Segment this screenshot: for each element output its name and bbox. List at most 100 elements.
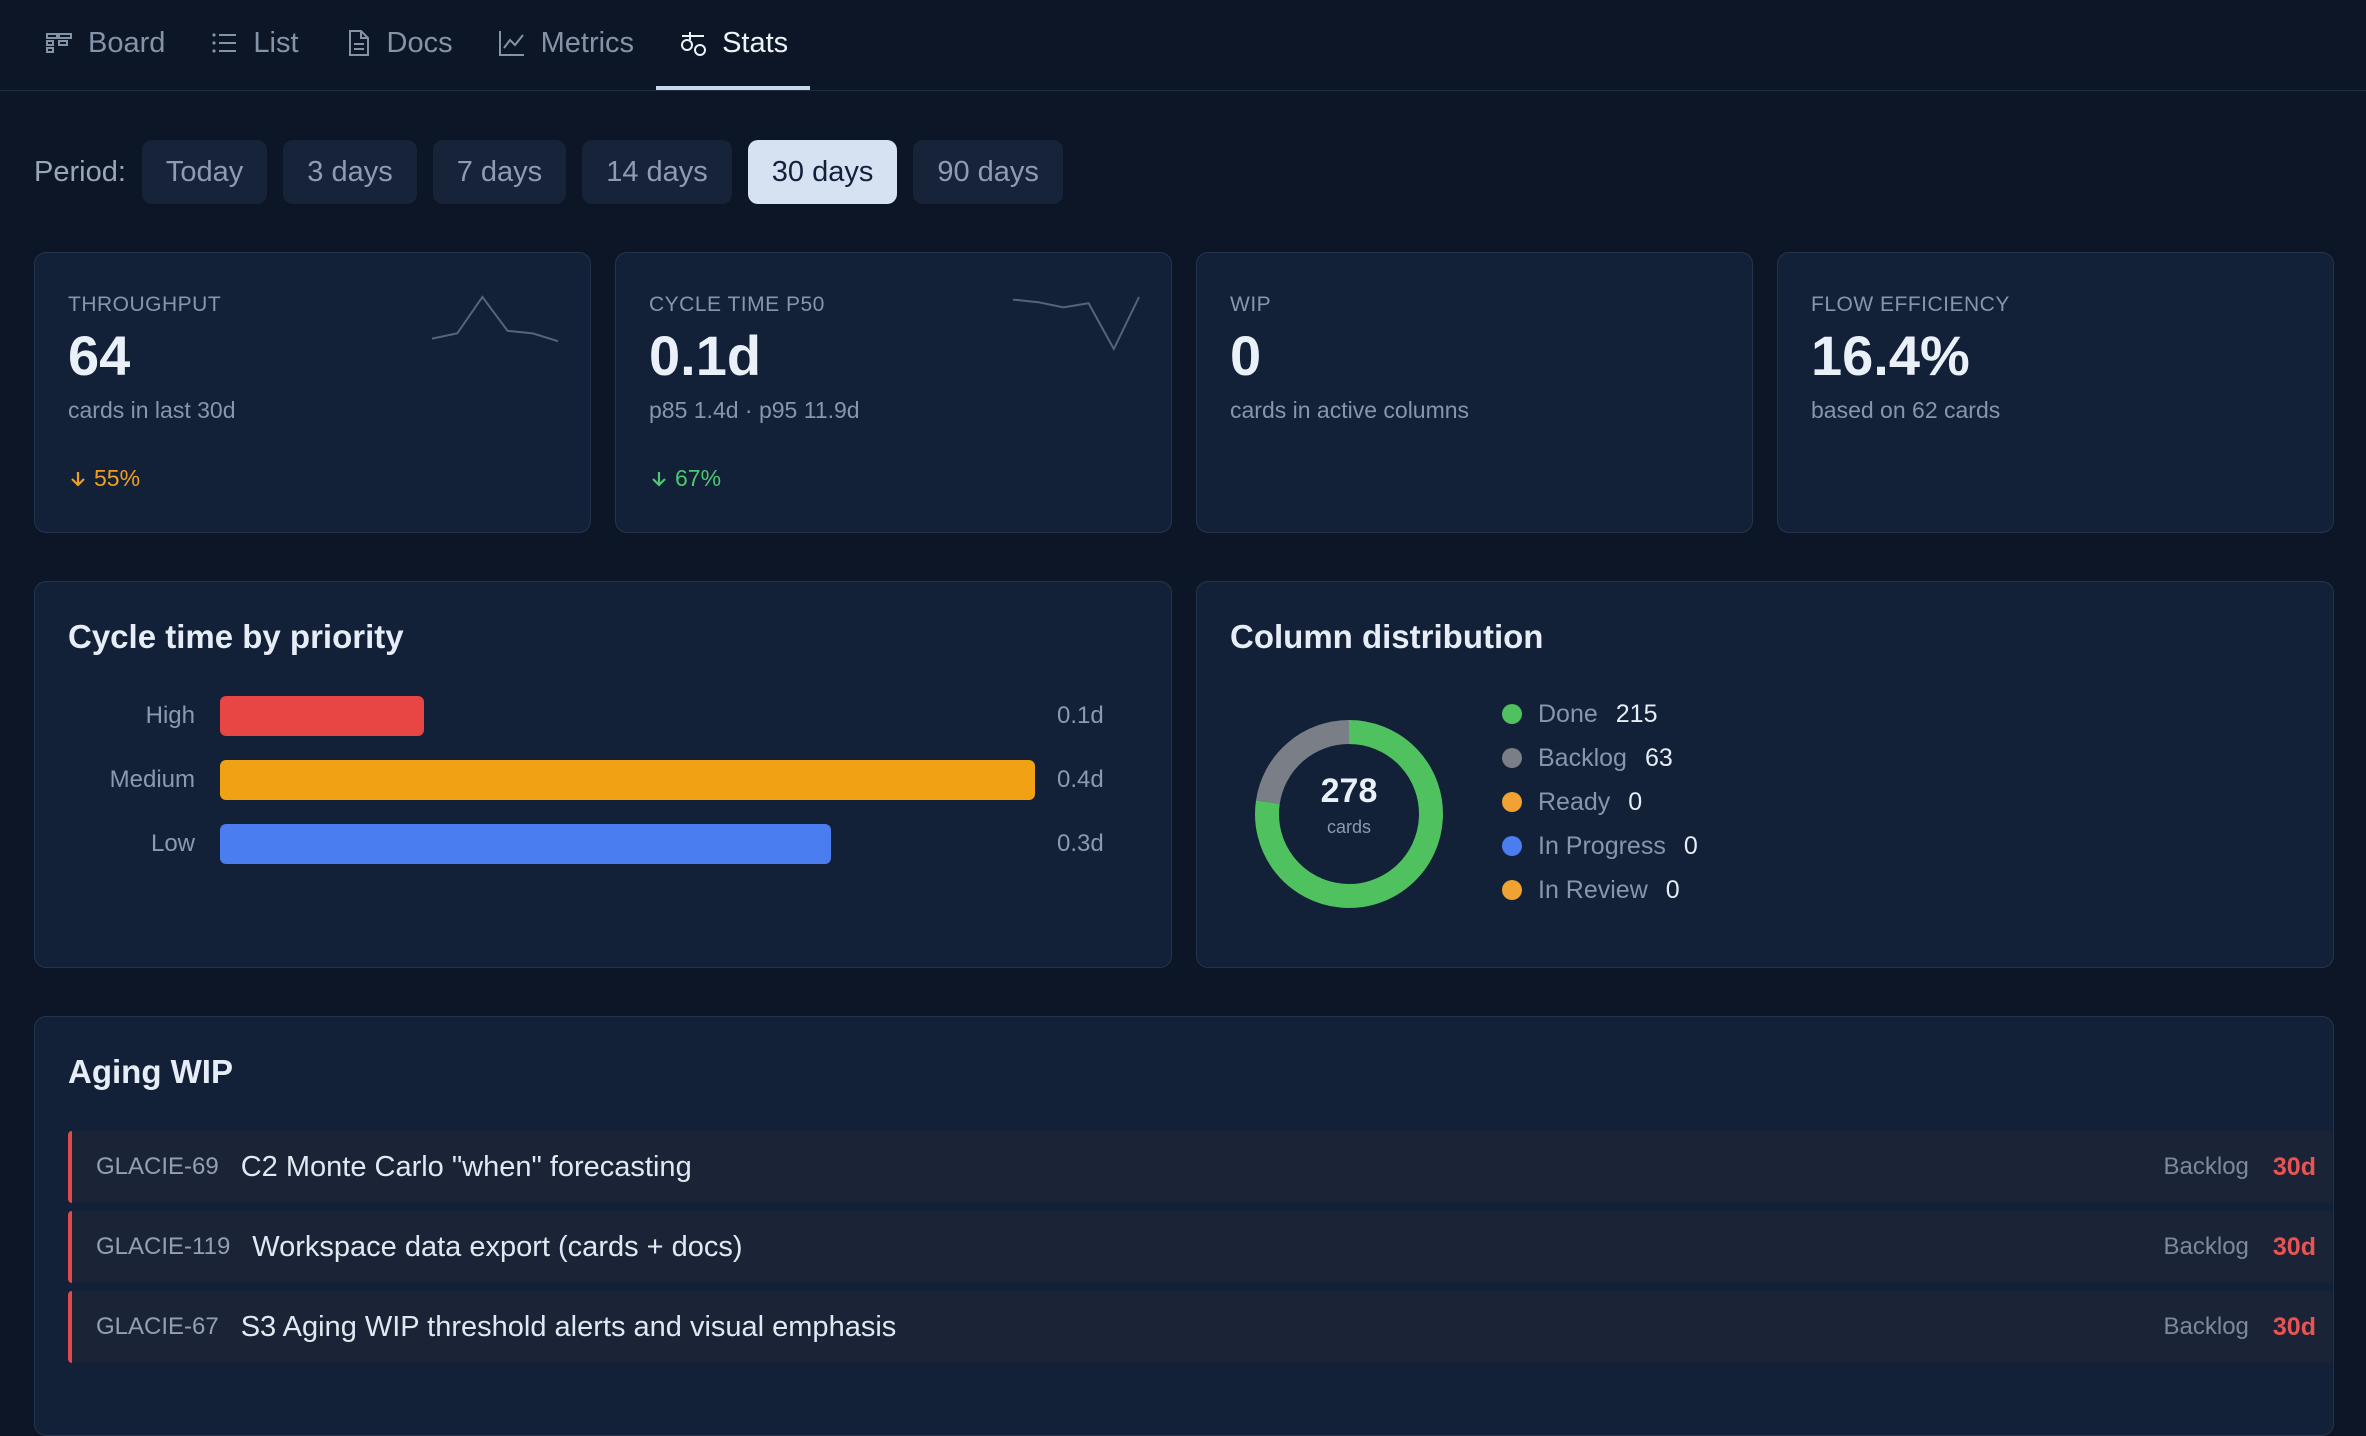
doc-icon <box>348 30 369 56</box>
bar-high <box>220 696 424 736</box>
tab-label: Board <box>88 26 166 59</box>
period-label: Period: <box>34 155 126 188</box>
tab-metrics[interactable]: Metrics <box>475 0 656 90</box>
period-option-3-days[interactable]: 3 days <box>283 140 417 204</box>
bar-row-high: High 0.1d <box>35 696 1171 736</box>
tab-label: Metrics <box>540 26 635 59</box>
view-tabs: Board List Docs Metrics Stats <box>0 0 2366 91</box>
sparkline-chart <box>1012 296 1140 352</box>
legend-count: 63 <box>1644 743 1673 772</box>
kpi-subtext: based on 62 cards <box>1811 397 2001 423</box>
bar-row-low: Low 0.3d <box>35 824 1171 864</box>
period-option-14-days[interactable]: 14 days <box>582 140 732 204</box>
bar-medium <box>220 760 1035 800</box>
kpi-delta: 55% <box>68 465 140 492</box>
period-options: Today 3 days 7 days 14 days 30 days 90 days <box>141 140 1063 204</box>
kpi-label: CYCLE TIME P50 <box>649 293 825 316</box>
bar-category-label: Medium <box>109 766 195 793</box>
bar-low <box>220 824 832 864</box>
kpi-value: 0.1d <box>649 324 762 387</box>
legend-name: In Progress <box>1538 831 1666 860</box>
kpi-label: THROUGHPUT <box>68 293 222 316</box>
donut-total: 278 <box>1320 772 1378 810</box>
period-option-7-days[interactable]: 7 days <box>432 140 567 204</box>
card-column: Backlog <box>2163 1233 2249 1260</box>
panel-title: Cycle time by priority <box>68 618 404 655</box>
bar-row-medium: Medium 0.4d <box>35 760 1171 800</box>
legend-dot <box>1502 748 1522 768</box>
card-age: 30d <box>2272 1312 2316 1341</box>
legend-item-in-progress: In Progress 0 <box>1502 824 1698 868</box>
card-title: C2 Monte Carlo "when" forecasting <box>240 1150 692 1183</box>
legend-count: 0 <box>1628 787 1643 816</box>
legend-item-backlog: Backlog 63 <box>1502 736 1698 780</box>
aging-row[interactable]: GLACIE-119 Workspace data export (cards +… <box>68 1211 2332 1283</box>
column-donut-chart <box>1255 720 1443 908</box>
aging-row[interactable]: GLACIE-67 S3 Aging WIP threshold alerts a… <box>68 1291 2332 1363</box>
period-option-90-days[interactable]: 90 days <box>913 140 1063 204</box>
sparkline-chart <box>431 295 559 343</box>
legend-dot <box>1502 704 1522 724</box>
chart-line-icon <box>498 31 524 56</box>
kpi-label: WIP <box>1230 293 1272 316</box>
tab-label: Docs <box>386 26 453 59</box>
card-id: GLACIE-69 <box>96 1153 219 1180</box>
kpi-delta-value: 55% <box>94 465 141 491</box>
arrow-down-icon <box>71 471 85 487</box>
kpi-value: 64 <box>68 324 131 387</box>
bar-value-label: 0.1d <box>1057 702 1104 729</box>
kpi-subtext: p85 1.4d · p95 11.9d <box>649 397 860 423</box>
aging-wip-panel: Aging WIP GLACIE-69 C2 Monte Carlo "when"… <box>34 1016 2334 1436</box>
stats-icon <box>681 32 707 56</box>
legend-item-ready: Ready 0 <box>1502 780 1698 824</box>
kpi-card-throughput: THROUGHPUT 64 cards in last 30d 55% <box>34 252 591 533</box>
board-icon <box>46 33 72 53</box>
tab-label: Stats <box>722 26 789 59</box>
panel-title: Aging WIP <box>68 1053 233 1090</box>
aging-row[interactable]: GLACIE-69 C2 Monte Carlo "when" forecasti… <box>68 1131 2332 1203</box>
legend-name: Backlog <box>1538 743 1627 772</box>
legend-dot <box>1502 792 1522 812</box>
kpi-card-flow-efficiency: FLOW EFFICIENCY 16.4% based on 62 cards <box>1777 252 2334 533</box>
card-id: GLACIE-119 <box>96 1233 231 1260</box>
legend-name: Ready <box>1538 787 1611 816</box>
tab-label: List <box>253 26 299 59</box>
period-option-today[interactable]: Today <box>141 140 268 204</box>
bar-value-label: 0.4d <box>1057 766 1104 793</box>
kpi-value: 0 <box>1230 324 1262 387</box>
kpi-delta-value: 67% <box>675 465 722 491</box>
legend-name: In Review <box>1538 875 1648 904</box>
card-title: S3 Aging WIP threshold alerts and visual… <box>240 1310 897 1343</box>
list-icon <box>212 33 237 53</box>
kpi-value: 16.4% <box>1811 324 1970 387</box>
card-column: Backlog <box>2163 1153 2249 1180</box>
arrow-down-icon <box>652 471 666 487</box>
tab-list[interactable]: List <box>187 0 320 90</box>
legend-count: 0 <box>1665 875 1680 904</box>
card-column: Backlog <box>2163 1313 2249 1340</box>
kpi-card-wip: WIP 0 cards in active columns <box>1196 252 1753 533</box>
period-option-30-days[interactable]: 30 days <box>747 140 898 204</box>
legend-count: 0 <box>1683 831 1698 860</box>
tab-stats[interactable]: Stats <box>656 0 811 90</box>
kpi-subtext: cards in last 30d <box>68 397 236 423</box>
donut-legend: Done 215 Backlog 63 Ready 0 In Progress 0 In Rev… <box>1502 692 1698 912</box>
card-age: 30d <box>2272 1232 2316 1261</box>
legend-name: Done <box>1538 699 1598 728</box>
kpi-subtext: cards in active columns <box>1230 397 1470 423</box>
kpi-label: FLOW EFFICIENCY <box>1811 293 2010 316</box>
period-selector: Period: Today 3 days 7 days 14 days 30 days 9… <box>34 140 1063 204</box>
bar-value-label: 0.3d <box>1057 830 1104 857</box>
card-age: 30d <box>2272 1152 2316 1181</box>
kpi-card-cycle-time-p50: CYCLE TIME P50 0.1d p85 1.4d · p95 11.9d 67… <box>615 252 1172 533</box>
column-distribution-panel: Column distribution 278 cards Done 215 Bac… <box>1196 581 2334 968</box>
tab-board[interactable]: Board <box>22 0 187 90</box>
legend-count: 215 <box>1615 699 1658 728</box>
bar-category-label: High <box>145 702 195 729</box>
tab-docs[interactable]: Docs <box>321 0 475 90</box>
cycle-time-panel: Cycle time by priority High 0.1d Medium 0.4… <box>34 581 1172 968</box>
donut-total-label: cards <box>1326 817 1371 837</box>
card-id: GLACIE-67 <box>96 1313 219 1340</box>
panel-title: Column distribution <box>1230 618 1544 655</box>
card-title: Workspace data export (cards + docs) <box>252 1230 743 1263</box>
